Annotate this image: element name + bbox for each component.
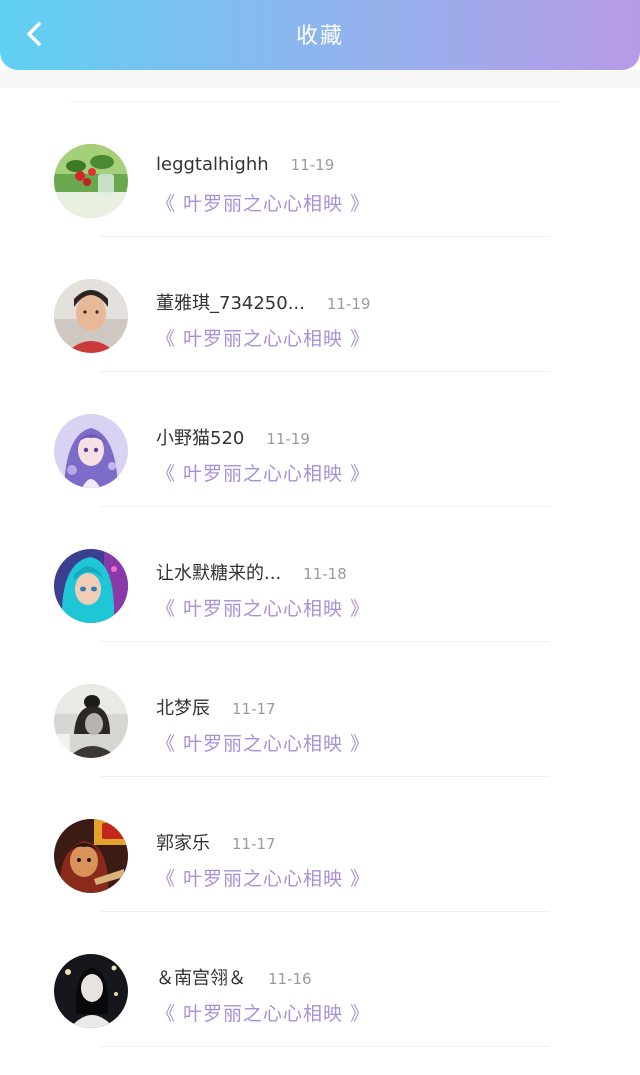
item-date: 11-16 [268, 970, 312, 988]
work-title-link[interactable]: 《 叶罗丽之心心相映 》 [156, 864, 370, 891]
list-item[interactable]: ＆南宫翎＆ 11-16 《 叶罗丽之心心相映 》 [0, 912, 640, 1047]
work-title-link[interactable]: 《 叶罗丽之心心相映 》 [156, 189, 370, 216]
avatar[interactable] [54, 954, 128, 1028]
game-hero-avatar [54, 819, 128, 893]
list-item[interactable]: 北梦辰 11-17 《 叶罗丽之心心相映 》 [0, 642, 640, 777]
item-header: ＆南宫翎＆ 11-16 [156, 964, 312, 990]
item-date: 11-17 [232, 835, 276, 853]
item-header: 北梦辰 11-17 [156, 694, 276, 720]
item-date: 11-19 [326, 295, 371, 313]
item-date: 11-18 [303, 565, 347, 583]
page-title: 收藏 [295, 24, 344, 49]
item-header: 小野猫520 11-19 [156, 424, 310, 450]
work-title-link[interactable]: 《 叶罗丽之心心相映 》 [156, 729, 370, 756]
favorites-list: leggtalhighh 11-19 《 叶罗丽之心心相映 》 董雅琪_73425… [0, 88, 640, 1047]
avatar[interactable] [54, 819, 128, 893]
user-name[interactable]: 董雅琪_734250... [156, 293, 305, 314]
bw-girl-avatar [54, 684, 128, 758]
divider [100, 1046, 550, 1047]
item-date: 11-17 [232, 700, 276, 718]
user-name[interactable]: 北梦辰 [156, 698, 210, 719]
avatar[interactable] [54, 549, 128, 623]
avatar[interactable] [54, 684, 128, 758]
list-item[interactable]: 董雅琪_734250... 11-19 《 叶罗丽之心心相映 》 [0, 237, 640, 372]
blue-hair-doll-avatar [54, 549, 128, 623]
user-name[interactable]: ＆南宫翎＆ [156, 968, 246, 989]
user-name[interactable]: 小野猫520 [156, 428, 244, 449]
avatar[interactable] [54, 414, 128, 488]
work-title-link[interactable]: 《 叶罗丽之心心相映 》 [156, 594, 370, 621]
list-item[interactable]: 小野猫520 11-19 《 叶罗丽之心心相映 》 [0, 372, 640, 507]
header-gap [0, 70, 640, 88]
user-name[interactable]: 郭家乐 [156, 833, 210, 854]
item-header: 郭家乐 11-17 [156, 829, 276, 855]
item-date: 11-19 [266, 430, 310, 448]
item-header: 让水默糖来的... 11-18 [156, 559, 347, 585]
user-name[interactable]: 让水默糖来的... [156, 563, 281, 584]
list-item[interactable]: 让水默糖来的... 11-18 《 叶罗丽之心心相映 》 [0, 507, 640, 642]
work-title-link[interactable]: 《 叶罗丽之心心相映 》 [156, 999, 370, 1026]
item-header: leggtalhighh 11-19 [156, 154, 334, 175]
header-bar: 收藏 [0, 0, 640, 70]
girl-photo-avatar [54, 279, 128, 353]
strawberry-plant-avatar [54, 144, 128, 218]
dark-portrait-avatar [54, 954, 128, 1028]
item-header: 董雅琪_734250... 11-19 [156, 289, 370, 315]
user-name[interactable]: leggtalhighh [156, 154, 269, 175]
avatar[interactable] [54, 144, 128, 218]
avatar[interactable] [54, 279, 128, 353]
work-title-link[interactable]: 《 叶罗丽之心心相映 》 [156, 459, 370, 486]
work-title-link[interactable]: 《 叶罗丽之心心相映 》 [156, 324, 370, 351]
list-item[interactable]: 郭家乐 11-17 《 叶罗丽之心心相映 》 [0, 777, 640, 912]
list-item[interactable]: leggtalhighh 11-19 《 叶罗丽之心心相映 》 [0, 102, 640, 237]
item-date: 11-19 [290, 156, 335, 174]
anime-girl-avatar [54, 414, 128, 488]
